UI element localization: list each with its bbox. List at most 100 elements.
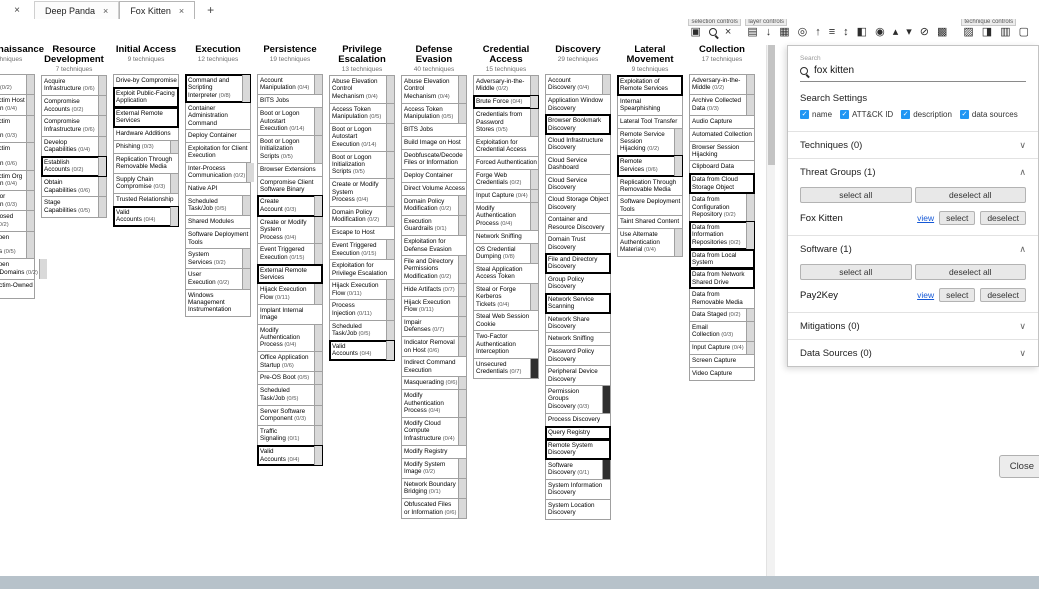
checkbox-checked-icon[interactable]: ✓	[840, 110, 849, 119]
subtechnique-bar[interactable]	[746, 342, 754, 354]
subtechnique-bar[interactable]	[386, 280, 394, 299]
technique-cell[interactable]: Compromise Client Software Binary	[257, 176, 323, 197]
subtechnique-bar[interactable]	[386, 240, 394, 259]
technique-cell[interactable]: Forced Authentication	[473, 156, 539, 170]
view-link[interactable]: view	[917, 213, 934, 223]
layer-info-icon[interactable]: ▤	[747, 27, 757, 38]
technique-cell[interactable]: Browser Bookmark Discovery	[545, 114, 611, 135]
subtechnique-bar[interactable]	[602, 386, 610, 413]
technique-cell[interactable]: Data from Removable Media	[689, 288, 755, 309]
subtechnique-bar[interactable]	[458, 390, 466, 417]
technique-cell[interactable]: Exploitation for Client Execution	[185, 142, 251, 163]
subtechnique-bar[interactable]	[26, 211, 34, 230]
technique-cell[interactable]: Build Image on Host	[401, 136, 467, 150]
subtechnique-bar[interactable]	[530, 359, 538, 378]
vertical-scrollbar[interactable]	[766, 45, 775, 576]
upload-layer-icon[interactable]: ↑	[815, 27, 821, 38]
scrollbar-thumb[interactable]	[768, 45, 775, 165]
technique-cell[interactable]: Data from Cloud Storage Object	[689, 173, 755, 194]
subtechnique-bar[interactable]	[458, 317, 466, 336]
technique-cell[interactable]: Remote System Discovery	[545, 439, 611, 460]
subtechnique-bar[interactable]	[242, 249, 250, 268]
subtechnique-bar[interactable]	[98, 96, 106, 115]
technique-cell[interactable]: Query Registry	[545, 426, 611, 440]
technique-cell[interactable]: Domain Policy Modification (0/2)	[401, 195, 467, 216]
collapse-subtechniques-icon[interactable]: ▾	[906, 27, 912, 38]
clear-annotations-icon[interactable]: ⊘	[920, 27, 929, 38]
technique-cell[interactable]: Direct Volume Access	[401, 182, 467, 196]
technique-cell[interactable]: Access Token Manipulation (0/5)	[329, 103, 395, 124]
deselect-icon[interactable]: ×	[725, 27, 731, 38]
section-software[interactable]: Software (1) ∧	[788, 235, 1038, 262]
technique-cell[interactable]: Adversary-in-the-Middle (0/2)	[689, 74, 755, 95]
technique-cell[interactable]: Native API	[185, 182, 251, 196]
subtechnique-bar[interactable]	[386, 124, 394, 151]
new-tab-button[interactable]: +	[195, 3, 226, 19]
show-hide-icon[interactable]: ◉	[875, 27, 885, 38]
technique-cell[interactable]: External Remote Services	[113, 107, 179, 128]
subtechnique-bar[interactable]	[170, 174, 178, 193]
technique-cell[interactable]: Internal Spearphishing	[617, 95, 683, 116]
subtechnique-bar[interactable]	[314, 75, 322, 94]
checkbox-checked-icon[interactable]: ✓	[901, 110, 910, 119]
technique-cell[interactable]: Inter-Process Communication (0/2)	[185, 162, 251, 183]
technique-cell[interactable]: Group Policy Discovery	[545, 273, 611, 294]
technique-cell[interactable]: Scheduled Task/Job (0/5)	[185, 195, 251, 216]
subtechnique-bar[interactable]	[26, 95, 34, 114]
technique-cell[interactable]: Taint Shared Content	[617, 215, 683, 229]
technique-cell[interactable]: Browser Session Hijacking	[689, 141, 755, 162]
technique-cell[interactable]: Access Token Manipulation (0/5)	[401, 103, 467, 124]
technique-cell[interactable]: Acquire Infrastructure (0/6)	[41, 75, 107, 96]
subtechnique-bar[interactable]	[314, 196, 322, 215]
subtechnique-bar[interactable]	[674, 129, 682, 156]
technique-cell[interactable]: Process Discovery	[545, 413, 611, 427]
technique-cell[interactable]: Cloud Service Discovery	[545, 174, 611, 195]
subtechnique-bar[interactable]	[39, 259, 47, 278]
close-tab-icon[interactable]: ×	[179, 6, 184, 16]
technique-cell[interactable]: Software Deployment Tools	[185, 228, 251, 249]
subtechnique-bar[interactable]	[26, 232, 34, 259]
technique-cell[interactable]: Exploitation for Defense Evasion	[401, 235, 467, 256]
subtechnique-bar[interactable]	[458, 196, 466, 215]
technique-cell[interactable]: Event Triggered Execution (0/15)	[329, 239, 395, 260]
subtechnique-bar[interactable]	[314, 108, 322, 135]
technique-cell[interactable]: Valid Accounts (0/4)	[329, 340, 395, 361]
technique-cell[interactable]: Browser Extensions	[257, 163, 323, 177]
technique-cell[interactable]: Modify Authentication Process (0/4)	[401, 389, 467, 418]
technique-cell[interactable]: System Services (0/2)	[185, 248, 251, 269]
technique-cell[interactable]: Indicator Removal on Host (0/6)	[401, 336, 467, 357]
technique-cell[interactable]: Input Capture (0/4)	[689, 341, 755, 355]
technique-cell[interactable]: Search Open Technical Databases (0/5)	[0, 231, 35, 260]
technique-cell[interactable]: User Execution (0/2)	[185, 268, 251, 289]
search-input[interactable]	[814, 65, 994, 76]
select-button[interactable]: select	[939, 288, 975, 302]
section-threat-groups[interactable]: Threat Groups (1) ∧	[788, 158, 1038, 185]
technique-cell[interactable]: Hijack Execution Flow (0/11)	[401, 296, 467, 317]
technique-cell[interactable]: Container and Resource Discovery	[545, 213, 611, 234]
deselect-all-button[interactable]: deselect all	[915, 264, 1027, 280]
technique-cell[interactable]: Exploitation of Remote Services	[617, 75, 683, 96]
subtechnique-bar[interactable]	[458, 256, 466, 283]
subtechnique-bar[interactable]	[98, 137, 106, 156]
deselect-button[interactable]: deselect	[980, 288, 1026, 302]
technique-cell[interactable]: Software Discovery (0/1)	[545, 459, 611, 480]
subtechnique-bar[interactable]	[530, 96, 538, 108]
subtechnique-bar[interactable]	[26, 116, 34, 143]
technique-cell[interactable]: Stage Capabilities (0/5)	[41, 196, 107, 217]
technique-cell[interactable]: Credentials from Password Stores (0/5)	[473, 108, 539, 137]
subtechnique-bar[interactable]	[98, 157, 106, 176]
subtechnique-bar[interactable]	[386, 341, 394, 360]
subtechnique-bar[interactable]	[314, 446, 322, 465]
subtechnique-bar[interactable]	[458, 499, 466, 518]
subtechnique-bar[interactable]	[602, 75, 610, 94]
close-icon[interactable]: ×	[0, 5, 34, 19]
subtechnique-bar[interactable]	[314, 352, 322, 371]
technique-cell[interactable]: Clipboard Data	[689, 160, 755, 174]
technique-cell[interactable]: Modify Authentication Process (0/4)	[473, 202, 539, 231]
technique-cell[interactable]: Create or Modify System Process (0/4)	[329, 178, 395, 207]
search-setting-name[interactable]: ✓name	[800, 110, 832, 119]
technique-cell[interactable]: Audio Capture	[689, 115, 755, 129]
technique-cell[interactable]: Phishing (0/3)	[113, 140, 179, 154]
technique-cell[interactable]: Search Closed Sources (0/2)	[0, 210, 35, 231]
subtechnique-bar[interactable]	[746, 322, 754, 341]
